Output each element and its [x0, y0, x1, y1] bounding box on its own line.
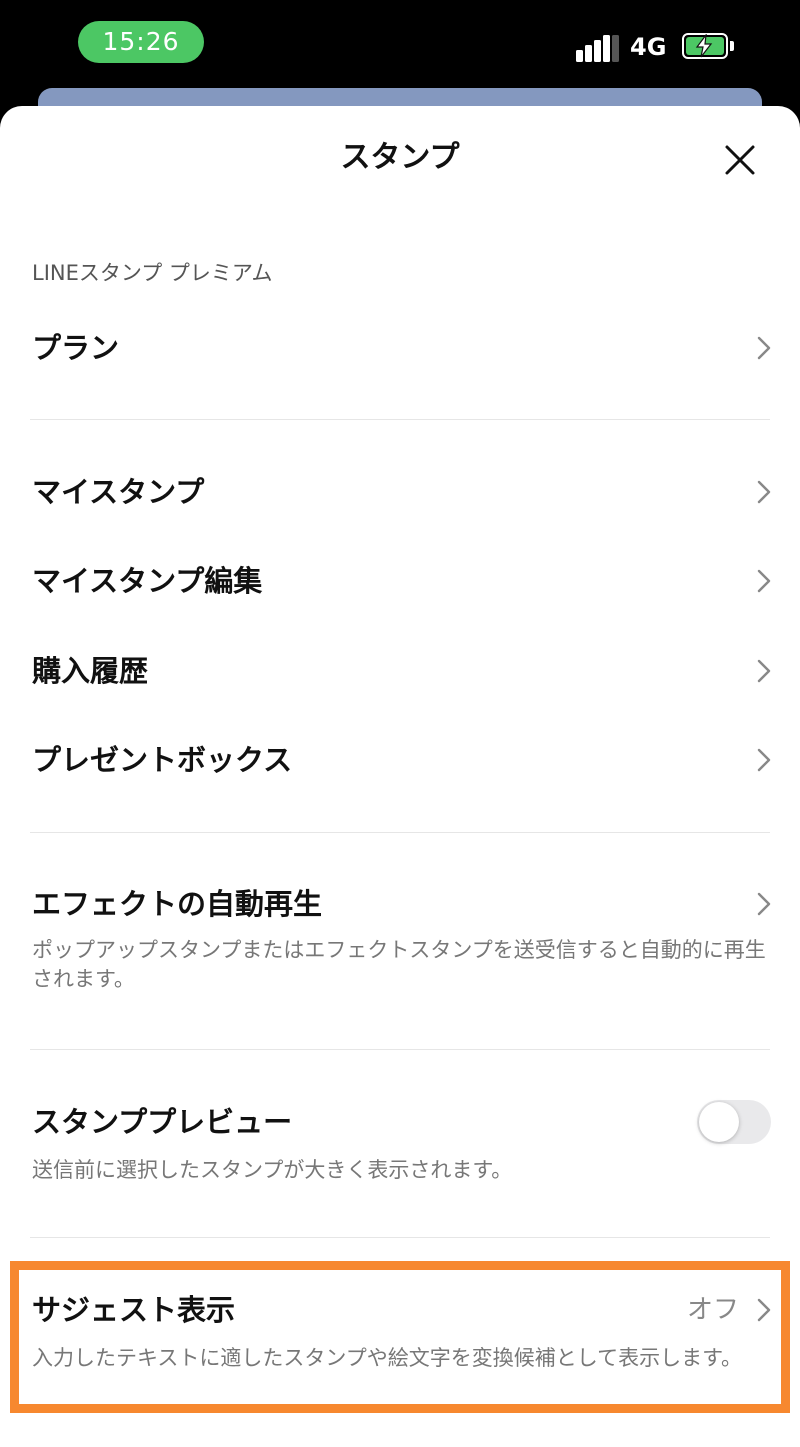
divider: [30, 419, 770, 420]
chevron-right-icon: [757, 336, 771, 360]
suggest-row[interactable]: サジェスト表示 オフ 入力したテキストに適したスタンプや絵文字を変換候補として表…: [0, 1284, 800, 1404]
divider: [30, 1049, 770, 1050]
chevron-right-icon: [757, 480, 771, 504]
sticker-preview-description: 送信前に選択したスタンプが大きく表示されます。: [32, 1158, 513, 1182]
plan-row[interactable]: プラン: [0, 318, 800, 378]
my-stickers-edit-label: マイスタンプ編集: [32, 564, 263, 598]
sticker-preview-label: スタンププレビュー: [32, 1105, 293, 1139]
page-title: スタンプ: [340, 140, 460, 175]
chevron-right-icon: [757, 748, 771, 772]
suggest-description: 入力したテキストに適したスタンプや絵文字を変換候補として表示します。: [32, 1346, 743, 1370]
effect-autoplay-description: ポップアップスタンプまたはエフェクトスタンプを送受信すると自動的に再生されます。: [32, 938, 766, 991]
effect-autoplay-label: エフェクトの自動再生: [32, 887, 323, 921]
suggest-value: オフ: [687, 1295, 740, 1325]
network-type: 4G: [630, 33, 667, 61]
toggle-knob: [699, 1102, 739, 1142]
my-stickers-row[interactable]: マイスタンプ: [0, 462, 800, 522]
divider: [30, 1237, 770, 1238]
signal-bars-icon: [576, 34, 619, 62]
sticker-preview-row: スタンププレビュー 送信前に選択したスタンプが大きく表示されます。: [0, 1096, 800, 1196]
chevron-right-icon: [757, 659, 771, 683]
chevron-right-icon: [757, 569, 771, 593]
purchase-history-row[interactable]: 購入履歴: [0, 641, 800, 701]
battery-charging-icon: [682, 33, 734, 59]
sticker-settings-sheet: スタンプ LINEスタンプ プレミアム プラン マイスタンプ マイスタンプ編集 …: [0, 106, 800, 1447]
sticker-preview-toggle[interactable]: [697, 1100, 771, 1144]
present-box-label: プレゼントボックス: [32, 743, 293, 777]
chevron-right-icon: [757, 1298, 771, 1322]
status-time: 15:26: [78, 21, 204, 63]
my-stickers-edit-row[interactable]: マイスタンプ編集: [0, 551, 800, 611]
my-stickers-label: マイスタンプ: [32, 475, 205, 509]
divider: [30, 832, 770, 833]
status-bar: 15:26 4G: [0, 0, 800, 88]
suggest-label: サジェスト表示: [32, 1293, 236, 1327]
chevron-right-icon: [757, 892, 771, 916]
section-label-premium: LINEスタンプ プレミアム: [32, 261, 273, 285]
effect-autoplay-row[interactable]: エフェクトの自動再生 ポップアップスタンプまたはエフェクトスタンプを送受信すると…: [0, 876, 800, 1006]
purchase-history-label: 購入履歴: [32, 654, 149, 688]
close-icon[interactable]: [720, 140, 760, 180]
plan-label: プラン: [32, 331, 120, 365]
present-box-row[interactable]: プレゼントボックス: [0, 730, 800, 790]
